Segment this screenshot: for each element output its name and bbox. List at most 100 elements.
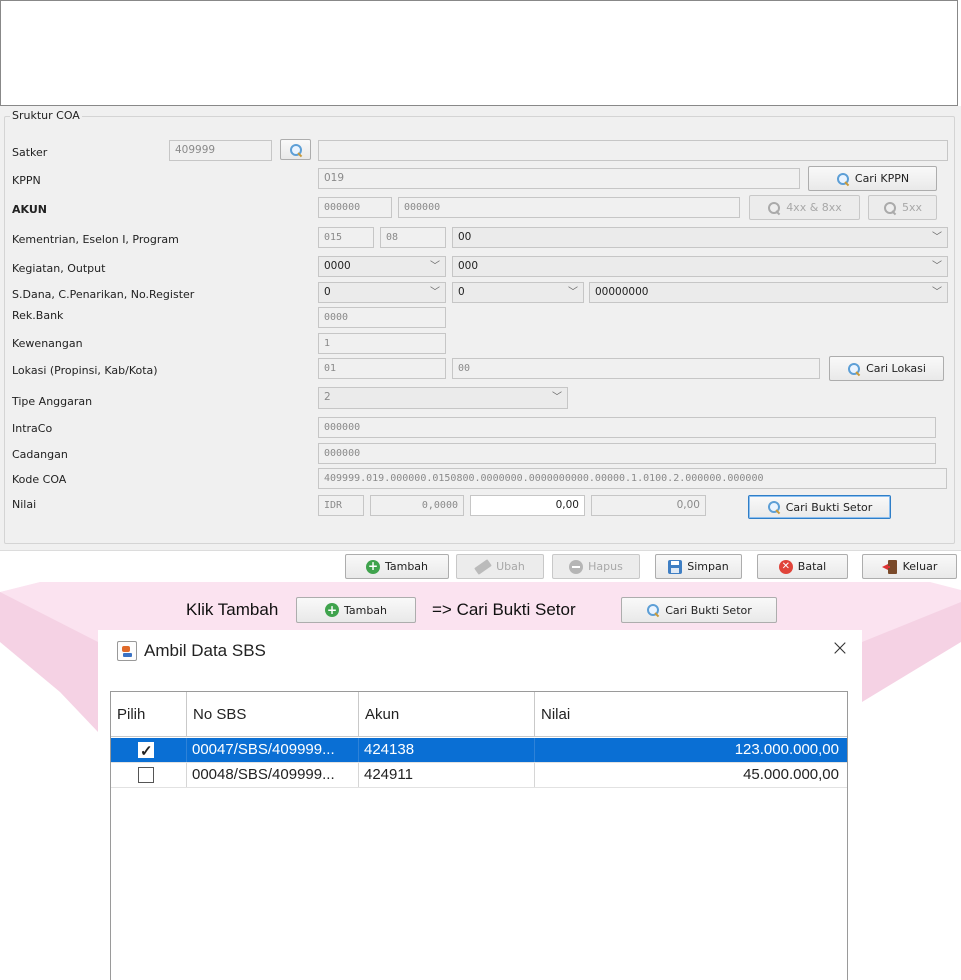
ambil-data-sbs-dialog: Ambil Data SBS × Pilih No SBS Akun Nilai… (98, 630, 862, 980)
column-header-akun[interactable]: Akun (359, 692, 535, 737)
cadangan-field[interactable]: 000000 (318, 443, 936, 464)
sdana-value: 0 (324, 286, 331, 298)
nilai-field[interactable]: 0,00 (470, 495, 585, 516)
eselon-field[interactable]: 08 (380, 227, 446, 248)
akun-name-field[interactable]: 000000 (398, 197, 740, 218)
program-combo[interactable]: 00 ﹀ (452, 227, 948, 248)
program-value: 00 (458, 231, 472, 243)
kementrian-field[interactable]: 015 (318, 227, 374, 248)
magnifier-icon (767, 201, 781, 215)
satker-field[interactable]: 409999 (169, 140, 272, 161)
chevron-down-icon: ﹀ (568, 287, 578, 298)
rekbank-field[interactable]: 0000 (318, 307, 446, 328)
kewenangan-field[interactable]: 1 (318, 333, 446, 354)
nilai-cell: 123.000.000,00 (734, 741, 839, 758)
instruction-cari-bukti-button: Cari Bukti Setor (621, 597, 777, 623)
akun-4xx-button[interactable]: 4xx & 8xx (749, 195, 860, 220)
plus-circle-icon: + (365, 559, 380, 574)
sdana-combo[interactable]: 0 ﹀ (318, 282, 446, 303)
akun-code-field[interactable]: 000000 (318, 197, 392, 218)
hapus-label: Hapus (588, 560, 623, 573)
close-icon[interactable]: × (829, 638, 851, 660)
akun-5xx-button[interactable]: 5xx (868, 195, 937, 220)
chevron-down-icon: ﹀ (430, 261, 440, 272)
kurs-field[interactable]: 0,0000 (370, 495, 464, 516)
row-divider (111, 787, 847, 788)
chevron-down-icon: ﹀ (552, 392, 562, 403)
keluar-label: Keluar (902, 560, 938, 573)
nilai-label: Nilai (12, 498, 37, 511)
instruction-tambah-label: Tambah (343, 603, 388, 617)
currency-field[interactable]: IDR (318, 495, 364, 516)
magnifier-icon (836, 172, 850, 186)
instruction-cari-bukti-label: Cari Bukti Setor (665, 603, 752, 617)
plus-circle-icon: + (324, 602, 339, 617)
satker-name-field[interactable] (318, 140, 948, 161)
pilih-cell (111, 738, 187, 762)
lokasi-label: Lokasi (Propinsi, Kab/Kota) (12, 364, 158, 377)
sbs-table: Pilih No SBS Akun Nilai 00047/SBS/409999… (110, 691, 848, 980)
keluar-button[interactable]: Keluar (862, 554, 957, 579)
kode-coa-field[interactable]: 409999.019.000000.0150800.0000000.000000… (318, 468, 947, 489)
magnifier-icon (847, 362, 861, 376)
akun-4xx-label: 4xx & 8xx (786, 201, 842, 214)
row-checkbox[interactable] (138, 740, 154, 762)
column-header-pilih[interactable]: Pilih (111, 692, 187, 737)
cpenarikan-combo[interactable]: 0 ﹀ (452, 282, 584, 303)
table-row[interactable]: 00048/SBS/409999... 424911 45.000.000,00 (111, 763, 847, 787)
simpan-button[interactable]: Simpan (655, 554, 742, 579)
intraco-field[interactable]: 000000 (318, 417, 936, 438)
minus-circle-icon (569, 559, 584, 574)
row-checkbox[interactable] (138, 767, 154, 783)
dialog-title: Ambil Data SBS (144, 641, 266, 660)
noregister-combo[interactable]: 00000000 ﹀ (589, 282, 948, 303)
instruction-tambah-button: + Tambah (296, 597, 416, 623)
kppn-label: KPPN (12, 174, 41, 187)
tipe-anggaran-value: 2 (324, 391, 331, 403)
output-combo[interactable]: 000 ﹀ (452, 256, 948, 277)
kewenangan-label: Kewenangan (12, 337, 83, 350)
cari-bukti-setor-button[interactable]: Cari Bukti Setor (748, 495, 891, 519)
akun-5xx-label: 5xx (901, 201, 923, 214)
hapus-button[interactable]: Hapus (552, 554, 640, 579)
cari-kppn-label: Cari KPPN (854, 172, 910, 185)
instruction-text-1: Klik Tambah (186, 600, 279, 619)
cancel-circle-icon: ✕ (778, 559, 793, 574)
kppn-field[interactable]: 019 (318, 168, 800, 189)
tambah-button[interactable]: + Tambah (345, 554, 449, 579)
rekbank-label: Rek.Bank (12, 309, 64, 322)
satker-search-button[interactable] (280, 139, 311, 160)
top-empty-panel (0, 0, 958, 106)
kode-coa-label: Kode COA (12, 473, 67, 486)
propinsi-field[interactable]: 01 (318, 358, 446, 379)
column-header-no-sbs[interactable]: No SBS (187, 692, 359, 737)
batal-button[interactable]: ✕ Batal (757, 554, 848, 579)
cari-lokasi-label: Cari Lokasi (866, 362, 926, 375)
exit-door-icon (881, 559, 898, 574)
nilai-idr-field[interactable]: 0,00 (591, 495, 706, 516)
kegiatan-combo[interactable]: 0000 ﹀ (318, 256, 446, 277)
kabkota-field[interactable]: 00 (452, 358, 820, 379)
ubah-button[interactable]: Ubah (456, 554, 544, 579)
kegiatan-value: 0000 (324, 260, 351, 272)
instruction-bar: Klik Tambah + Tambah => Cari Bukti Setor … (0, 592, 961, 628)
simpan-label: Simpan (687, 560, 729, 573)
output-value: 000 (458, 260, 479, 272)
no-sbs-cell: 00048/SBS/409999... (187, 763, 359, 787)
magnifier-icon (289, 143, 303, 157)
cari-kppn-button[interactable]: Cari KPPN (808, 166, 937, 191)
tambah-label: Tambah (384, 560, 429, 573)
chevron-down-icon: ﹀ (932, 261, 942, 272)
pilih-cell (111, 763, 187, 787)
kegiatan-label: Kegiatan, Output (12, 262, 106, 275)
chevron-down-icon: ﹀ (932, 232, 942, 243)
akun-cell: 424138 (359, 738, 535, 762)
cari-lokasi-button[interactable]: Cari Lokasi (829, 356, 944, 381)
table-row[interactable]: 00047/SBS/409999... 424138 123.000.000,0… (111, 738, 847, 762)
column-header-nilai[interactable]: Nilai (535, 692, 847, 737)
cari-bukti-setor-label: Cari Bukti Setor (785, 500, 873, 514)
tipe-anggaran-combo[interactable]: 2 ﹀ (318, 387, 568, 409)
tipe-anggaran-label: Tipe Anggaran (12, 395, 93, 408)
ubah-label: Ubah (496, 560, 525, 573)
coa-structure-panel: Sruktur COA Satker 409999 KPPN 019 Cari … (0, 106, 961, 550)
